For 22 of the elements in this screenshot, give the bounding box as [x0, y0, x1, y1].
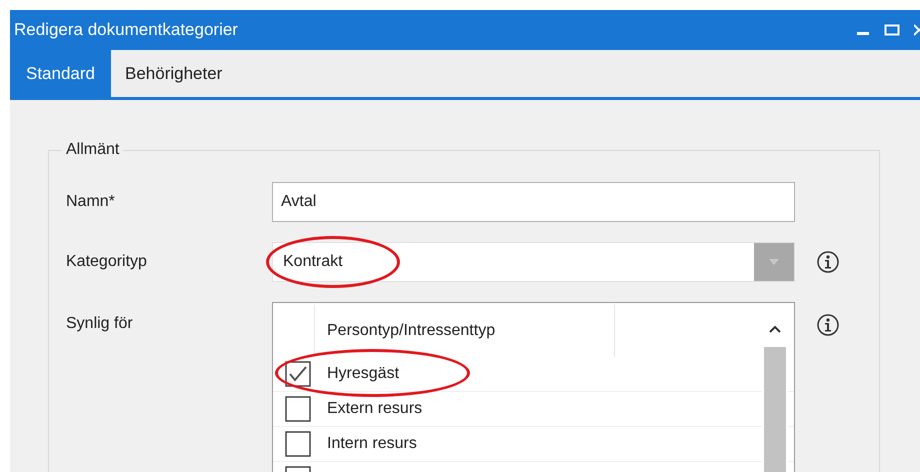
- info-icon[interactable]: [817, 251, 839, 273]
- checkbox[interactable]: [285, 361, 311, 387]
- column-header: Persontyp/Intressenttyp: [327, 321, 496, 341]
- tab[interactable]: Behörigheter: [111, 50, 236, 97]
- category-dropdown[interactable]: Kontrakt: [272, 242, 795, 282]
- row-label: Hyresgäst: [327, 364, 400, 384]
- field-label: Kategorityp: [66, 252, 148, 272]
- scroll-thumb[interactable]: [764, 347, 786, 472]
- field-label: Synlig för: [66, 314, 134, 334]
- checkbox[interactable]: [285, 396, 311, 422]
- field-label: Namn*: [66, 192, 116, 212]
- tab[interactable]: Standard: [10, 50, 111, 97]
- window-title: Redigera dokumentkategorier: [14, 19, 238, 42]
- close-icon[interactable]: [914, 23, 920, 37]
- name-field[interactable]: Avtal: [272, 182, 795, 222]
- maximize-icon[interactable]: [884, 23, 900, 37]
- checkbox[interactable]: [285, 431, 311, 457]
- row-label: Intern resurs: [327, 434, 417, 454]
- scroll-up-icon[interactable]: [769, 325, 781, 333]
- row-label: Extern resurs: [327, 399, 422, 419]
- info-icon[interactable]: [817, 314, 839, 336]
- dropdown-arrow-icon: [768, 258, 780, 266]
